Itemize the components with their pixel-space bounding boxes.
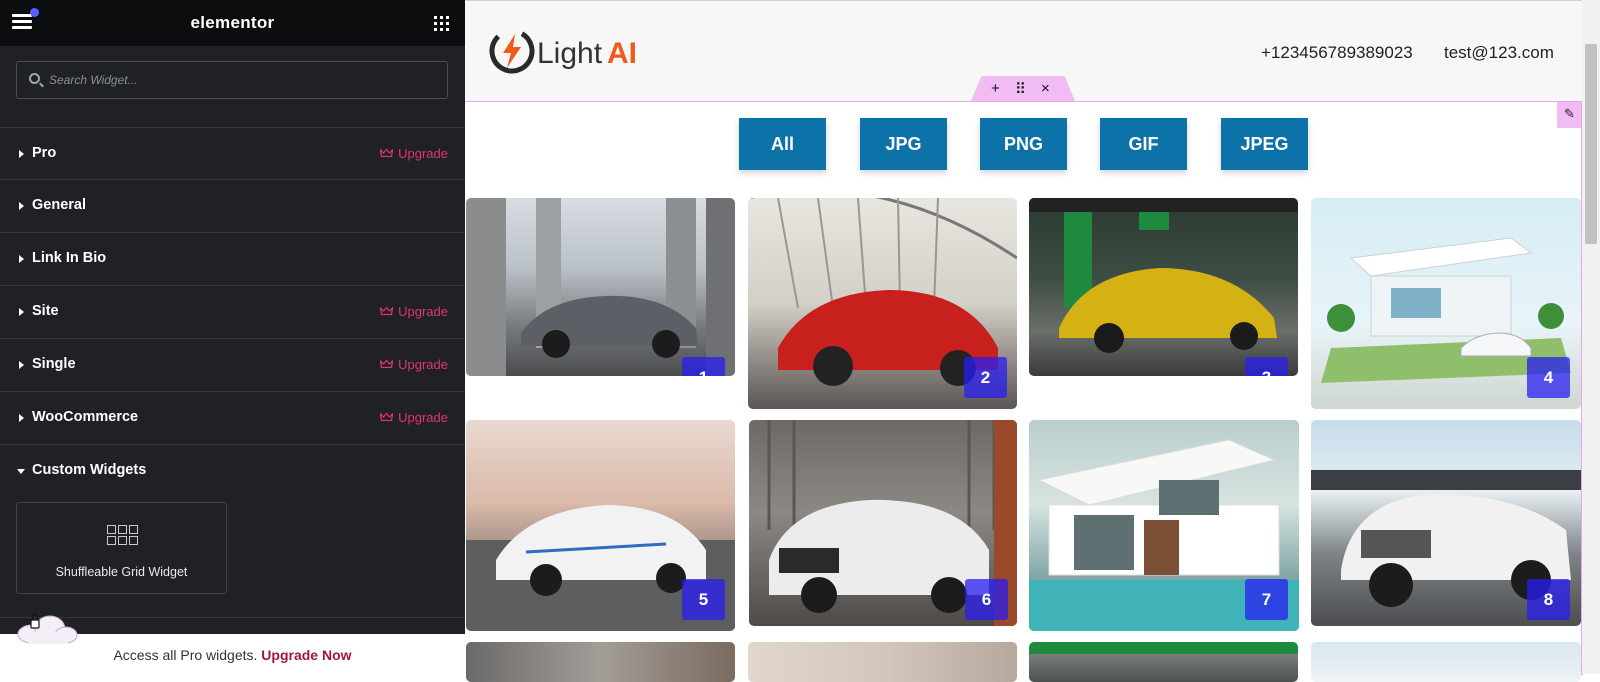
gallery-tile[interactable] [748, 642, 1017, 682]
upgrade-now-link[interactable]: Upgrade Now [261, 647, 351, 663]
caret-right-icon [19, 202, 24, 210]
filter-jpg-button[interactable]: JPG [860, 118, 947, 170]
crown-icon [380, 360, 394, 368]
gallery-tile[interactable]: 1 [466, 198, 735, 376]
page-scrollbar[interactable] [1582, 0, 1600, 674]
promo-message: Access all Pro widgets. [113, 647, 258, 663]
gallery-tile[interactable]: 2 [748, 198, 1017, 409]
tile-number: 5 [682, 579, 725, 620]
gallery-tile[interactable] [1029, 642, 1298, 682]
gallery-tile[interactable] [466, 642, 735, 682]
add-section-icon[interactable]: + [991, 80, 1000, 97]
car-photo-image [466, 198, 735, 376]
scrollbar-thumb[interactable] [1585, 44, 1597, 244]
category-label: Link In Bio [32, 250, 107, 266]
category-general[interactable]: General [0, 179, 465, 232]
caret-right-icon [19, 414, 24, 422]
upgrade-link[interactable]: Upgrade [380, 357, 448, 372]
site-logo[interactable]: Light AI [487, 26, 647, 76]
search-icon [29, 73, 40, 84]
drag-handle-icon[interactable]: ⠿ [1015, 80, 1026, 98]
filter-jpeg-button[interactable]: JPEG [1221, 118, 1308, 170]
upgrade-link[interactable]: Upgrade [380, 410, 448, 425]
section-handle[interactable]: + ⠿ × [971, 76, 1075, 101]
filter-bar: All JPG PNG GIF JPEG [465, 118, 1582, 170]
category-label: Pro [32, 145, 57, 161]
car-photo-image [1029, 198, 1298, 353]
close-icon[interactable]: × [1041, 80, 1050, 97]
panel-header: elementor [0, 0, 465, 46]
gallery-tile[interactable]: 5 [466, 420, 735, 631]
gallery-tile[interactable]: 8 [1311, 420, 1581, 626]
category-custom-widgets[interactable]: Custom Widgets [0, 444, 465, 497]
logo-text-light: Light [537, 37, 603, 70]
filter-all-button[interactable]: All [739, 118, 826, 170]
caret-right-icon [19, 361, 24, 369]
apps-grid-icon[interactable] [434, 16, 449, 31]
tile-number: 2 [964, 357, 1007, 398]
category-woocommerce[interactable]: WooCommerce Upgrade [0, 391, 465, 444]
gallery-tile[interactable]: 4 [1311, 198, 1581, 409]
upgrade-label: Upgrade [398, 304, 448, 319]
cloud-lock-icon [17, 613, 78, 644]
category-label: Site [32, 303, 59, 319]
category-link-in-bio[interactable]: Link In Bio [0, 232, 465, 285]
caret-right-icon [19, 255, 24, 263]
caret-down-icon [17, 469, 25, 474]
upgrade-label: Upgrade [398, 410, 448, 425]
caret-right-icon [19, 308, 24, 316]
tile-number: 1 [682, 357, 725, 376]
gallery-tile[interactable]: 6 [749, 420, 1017, 626]
crown-icon [380, 413, 394, 421]
filter-gif-button[interactable]: GIF [1100, 118, 1187, 170]
shuffleable-grid-widget[interactable]: Shuffleable Grid Widget [16, 502, 227, 594]
promo-text: Access all Pro widgets. Upgrade Now [0, 647, 465, 663]
brand-title: elementor [190, 13, 275, 32]
search-input[interactable] [49, 62, 444, 98]
tile-number: 4 [1527, 357, 1570, 398]
upgrade-label: Upgrade [398, 357, 448, 372]
tile-number: 3 [1245, 357, 1288, 376]
upgrade-link[interactable]: Upgrade [380, 304, 448, 319]
category-site[interactable]: Site Upgrade [0, 285, 465, 338]
gallery-tile[interactable]: 3 [1029, 198, 1298, 376]
elementor-panel: elementor Pro Upgrade General Link In Bi… [0, 0, 465, 674]
category-pro[interactable]: Pro Upgrade [0, 127, 465, 180]
tile-number: 7 [1245, 579, 1288, 620]
tile-number: 8 [1527, 579, 1570, 620]
crown-icon [380, 307, 394, 315]
category-label: Custom Widgets [32, 462, 147, 478]
crown-icon [380, 149, 394, 157]
site-header: Light AI +123456789389023 test@123.com +… [465, 1, 1582, 102]
logo-bolt-icon [489, 28, 535, 74]
category-label: WooCommerce [32, 409, 139, 425]
upgrade-link[interactable]: Upgrade [380, 146, 448, 161]
tile-number: 6 [965, 579, 1008, 620]
gallery-tile[interactable]: 7 [1029, 420, 1299, 631]
grid-widget-icon [107, 525, 138, 545]
widget-label: Shuffleable Grid Widget [55, 565, 188, 579]
category-single[interactable]: Single Upgrade [0, 338, 465, 391]
site-preview: Light AI +123456789389023 test@123.com +… [465, 0, 1583, 682]
filter-png-button[interactable]: PNG [980, 118, 1067, 170]
search-box[interactable] [16, 61, 448, 99]
header-phone[interactable]: +123456789389023 [1261, 43, 1413, 63]
header-email[interactable]: test@123.com [1444, 43, 1554, 63]
category-label: General [32, 197, 86, 213]
logo-text-ai: AI [607, 37, 637, 70]
category-label: Single [32, 356, 76, 372]
gallery-tile[interactable] [1311, 642, 1581, 682]
upgrade-label: Upgrade [398, 146, 448, 161]
caret-right-icon [19, 150, 24, 158]
